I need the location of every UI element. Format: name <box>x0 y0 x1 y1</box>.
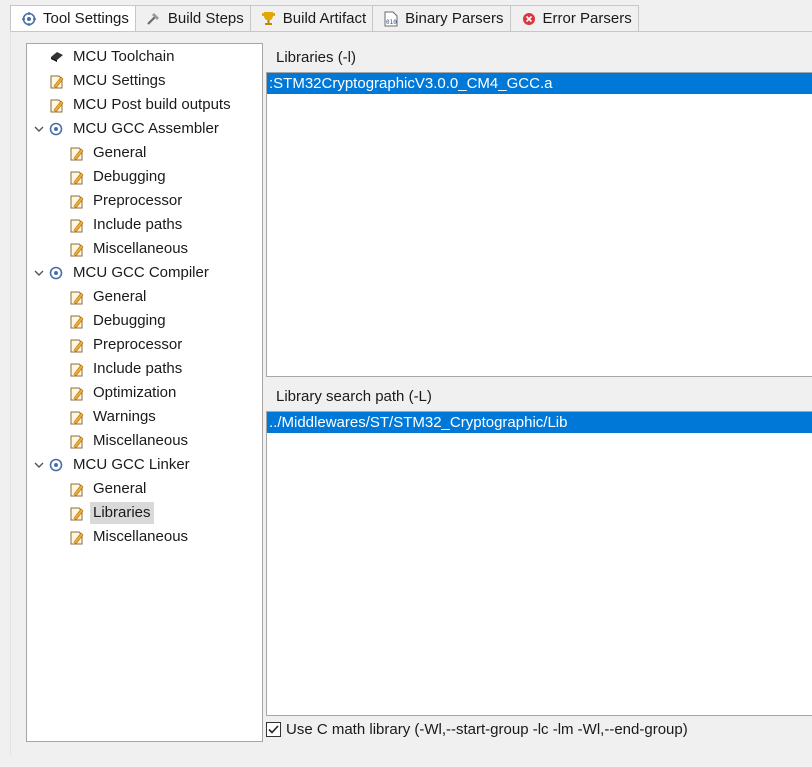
tree-item-label: Miscellaneous <box>93 240 189 257</box>
tab-binary-parsers[interactable]: 010 Binary Parsers <box>373 5 511 31</box>
settings-icon <box>49 457 65 473</box>
list-item[interactable]: :STM32CryptographicV3.0.0_CM4_GCC.a <box>267 73 812 94</box>
tab-tool-settings[interactable]: Tool Settings <box>10 5 136 31</box>
chip-icon <box>49 49 65 65</box>
edit-page-icon <box>69 385 85 401</box>
edit-page-icon <box>69 169 85 185</box>
tree-item-label: Warnings <box>93 408 156 425</box>
libraries-list[interactable]: :STM32CryptographicV3.0.0_CM4_GCC.a <box>266 72 812 377</box>
tree-item-label: Include paths <box>93 216 183 233</box>
tree-item-label: MCU GCC Linker <box>73 456 190 473</box>
settings-icon <box>21 11 37 27</box>
tree-item-asm-preprocessor[interactable]: Preprocessor <box>69 189 185 213</box>
tree-item-label: General <box>93 480 147 497</box>
error-icon <box>521 11 537 27</box>
search-path-list[interactable]: ../Middlewares/ST/STM32_Cryptographic/Li… <box>266 411 812 716</box>
tree-item-asm-miscellaneous[interactable]: Miscellaneous <box>69 237 191 261</box>
tree-item-ld-miscellaneous[interactable]: Miscellaneous <box>69 525 191 549</box>
tab-bar: Tool Settings Build Steps Build Artifact… <box>10 5 812 31</box>
math-library-option[interactable]: Use C math library (-Wl,--start-group -l… <box>266 721 688 738</box>
edit-page-icon <box>49 97 65 113</box>
tree-item-label: General <box>93 288 147 305</box>
tree-item-cc-optimization[interactable]: Optimization <box>69 381 179 405</box>
tree-item-cc-general[interactable]: General <box>69 285 149 309</box>
tree-item-asm-include-paths[interactable]: Include paths <box>69 213 185 237</box>
tree-item-label: MCU GCC Assembler <box>73 120 219 137</box>
chevron-down-icon[interactable] <box>33 267 45 279</box>
build-steps-icon <box>146 11 162 27</box>
tree-item-cc-preprocessor[interactable]: Preprocessor <box>69 333 185 357</box>
tree-item-cc-debugging[interactable]: Debugging <box>69 309 169 333</box>
tree-item-mcu-post-build[interactable]: MCU Post build outputs <box>49 93 234 117</box>
edit-page-icon <box>69 289 85 305</box>
binary-icon: 010 <box>383 11 399 27</box>
tree-item-label: Debugging <box>93 168 166 185</box>
tool-settings-panel: MCU Toolchain MCU Settings MCU Post buil… <box>10 31 812 755</box>
svg-text:010: 010 <box>386 19 397 26</box>
tree-item-label: Include paths <box>93 360 183 377</box>
edit-page-icon <box>69 193 85 209</box>
tab-label: Error Parsers <box>542 10 632 27</box>
tree-item-label: Preprocessor <box>93 192 183 209</box>
edit-page-icon <box>49 73 65 89</box>
tree-item-label: General <box>93 144 147 161</box>
tab-label: Binary Parsers <box>405 10 504 27</box>
edit-page-icon <box>69 433 85 449</box>
tab-build-steps[interactable]: Build Steps <box>135 5 251 31</box>
edit-page-icon <box>69 409 85 425</box>
tree-item-label: Miscellaneous <box>93 432 189 449</box>
tree-item-cc-warnings[interactable]: Warnings <box>69 405 159 429</box>
tree-item-ld-libraries[interactable]: Libraries <box>69 501 154 525</box>
edit-page-icon <box>69 481 85 497</box>
tab-label: Build Artifact <box>282 10 367 27</box>
tree-item-ld-general[interactable]: General <box>69 477 149 501</box>
edit-page-icon <box>69 313 85 329</box>
tree-item-linker[interactable]: MCU GCC Linker <box>34 453 193 477</box>
tab-label: Tool Settings <box>43 10 129 27</box>
tree-item-label: Debugging <box>93 312 166 329</box>
edit-page-icon <box>69 217 85 233</box>
edit-page-icon <box>69 529 85 545</box>
trophy-icon <box>261 11 277 27</box>
edit-page-icon <box>69 337 85 353</box>
tab-label: Build Steps <box>167 10 244 27</box>
edit-page-icon <box>69 361 85 377</box>
tree-item-cc-include-paths[interactable]: Include paths <box>69 357 185 381</box>
tree-item-mcu-settings[interactable]: MCU Settings <box>49 69 169 93</box>
edit-page-icon <box>69 241 85 257</box>
tree-item-asm-general[interactable]: General <box>69 141 149 165</box>
chevron-down-icon[interactable] <box>33 123 45 135</box>
tree-item-label: Libraries <box>90 502 154 524</box>
tree-item-compiler[interactable]: MCU GCC Compiler <box>34 261 212 285</box>
tree-item-mcu-toolchain[interactable]: MCU Toolchain <box>49 45 177 69</box>
tree-item-label: MCU GCC Compiler <box>73 264 209 281</box>
settings-tree[interactable]: MCU Toolchain MCU Settings MCU Post buil… <box>26 43 263 742</box>
edit-page-icon <box>69 145 85 161</box>
search-path-title: Library search path (-L) <box>276 388 432 405</box>
edit-page-icon <box>69 505 85 521</box>
tab-error-parsers[interactable]: Error Parsers <box>510 5 639 31</box>
settings-icon <box>49 121 65 137</box>
chevron-down-icon[interactable] <box>33 459 45 471</box>
math-library-label: Use C math library (-Wl,--start-group -l… <box>286 721 688 738</box>
tree-item-label: Optimization <box>93 384 177 401</box>
tree-item-label: MCU Toolchain <box>73 48 175 65</box>
tree-item-asm-debugging[interactable]: Debugging <box>69 165 169 189</box>
libraries-title: Libraries (-l) <box>276 49 357 66</box>
list-item[interactable]: ../Middlewares/ST/STM32_Cryptographic/Li… <box>267 412 812 433</box>
tree-item-cc-miscellaneous[interactable]: Miscellaneous <box>69 429 191 453</box>
tree-item-label: Preprocessor <box>93 336 183 353</box>
tab-build-artifact[interactable]: Build Artifact <box>250 5 374 31</box>
tree-item-label: MCU Post build outputs <box>73 96 231 113</box>
tree-item-assembler[interactable]: MCU GCC Assembler <box>34 117 222 141</box>
settings-icon <box>49 265 65 281</box>
tree-item-label: MCU Settings <box>73 72 166 89</box>
tree-item-label: Miscellaneous <box>93 528 189 545</box>
math-library-checkbox[interactable] <box>266 722 281 737</box>
checkmark-icon <box>268 725 279 734</box>
